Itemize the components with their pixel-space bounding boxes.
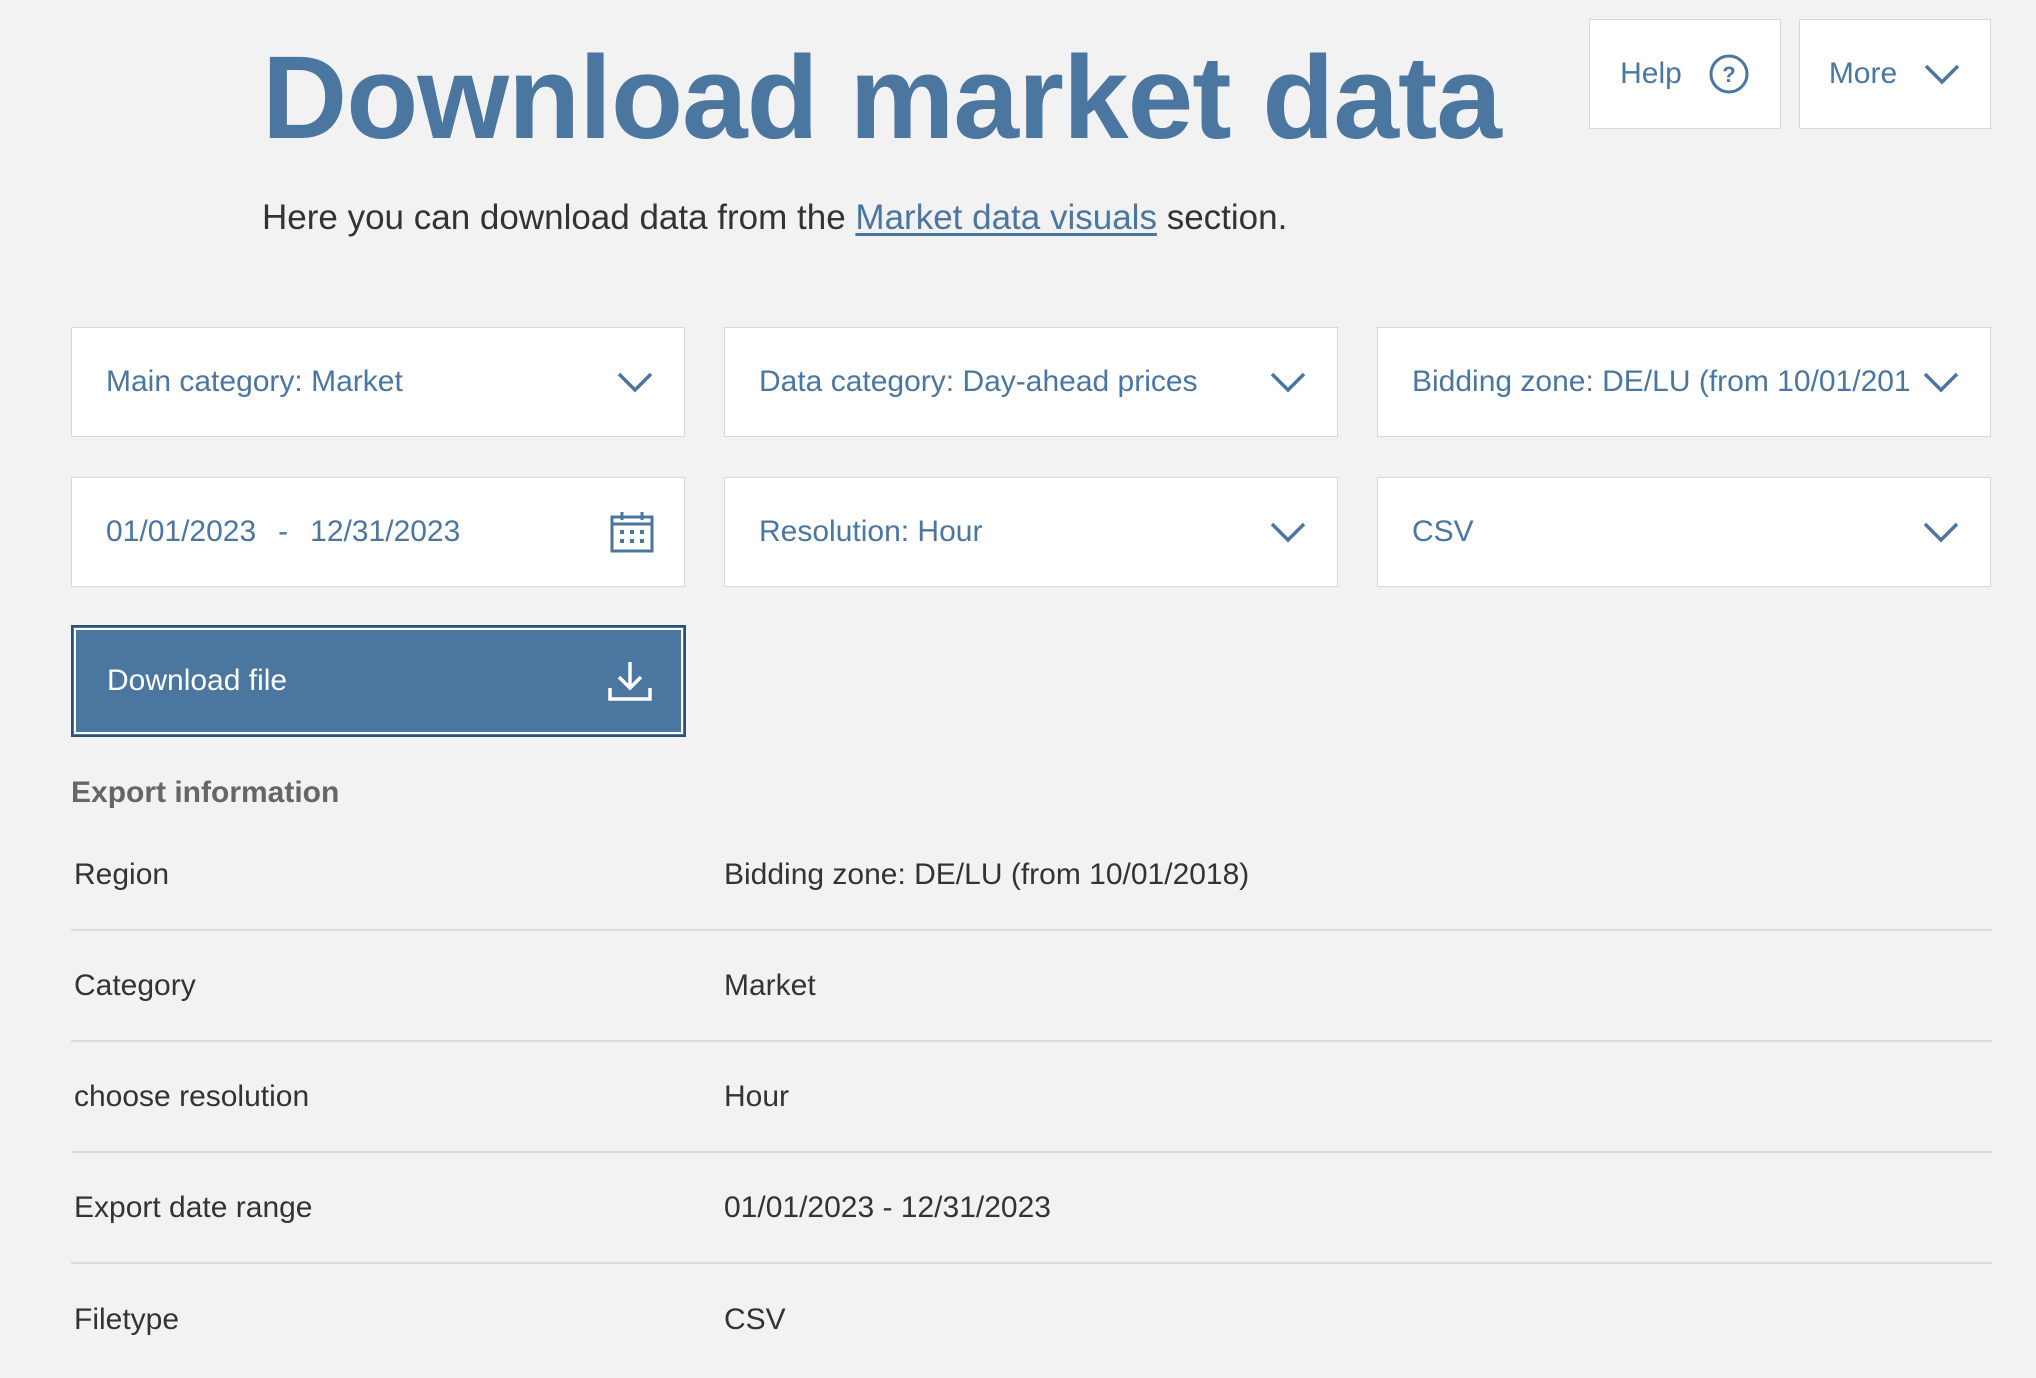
- page: Download market data Help ? More Here yo…: [0, 0, 2036, 1378]
- more-menu-button[interactable]: More: [1799, 19, 1991, 129]
- export-key: Region: [74, 857, 170, 891]
- export-value: CSV: [724, 1302, 786, 1336]
- chevron-down-icon: [1924, 64, 1960, 85]
- table-row: Filetype CSV: [71, 1264, 1992, 1375]
- help-button[interactable]: Help ?: [1589, 19, 1781, 129]
- main-category-select[interactable]: Main category: Market: [71, 327, 685, 437]
- page-title: Download market data: [262, 32, 1502, 164]
- table-row: Category Market: [71, 931, 1992, 1042]
- chevron-down-icon: [1923, 522, 1959, 543]
- calendar-icon: [610, 512, 654, 553]
- export-key: Export date range: [74, 1190, 313, 1224]
- table-row: Region Bidding zone: DE/LU (from 10/01/2…: [71, 820, 1992, 931]
- date-to: 12/31/2023: [310, 515, 461, 548]
- main-category-value: Main category: Market: [106, 365, 403, 398]
- download-file-button[interactable]: Download file: [71, 625, 686, 737]
- date-range-value: 01/01/2023 - 12/31/2023: [106, 515, 460, 549]
- question-circle-icon: ?: [1709, 54, 1749, 94]
- export-value: Hour: [724, 1079, 790, 1113]
- data-category-value: Data category: Day-ahead prices: [759, 365, 1198, 398]
- bidding-zone-select[interactable]: Bidding zone: DE/LU (from 10/01/2018): [1377, 327, 1991, 437]
- export-value: Market: [724, 968, 816, 1002]
- table-row: Export date range 01/01/2023 - 12/31/202…: [71, 1153, 1992, 1264]
- intro-after: section.: [1166, 198, 1288, 237]
- data-category-select[interactable]: Data category: Day-ahead prices: [724, 327, 1338, 437]
- bidding-zone-value: Bidding zone: DE/LU (from 10/01/2018): [1412, 365, 1912, 398]
- resolution-value: Resolution: Hour: [759, 515, 983, 548]
- chevron-down-icon: [1270, 372, 1306, 393]
- export-key: choose resolution: [74, 1079, 310, 1113]
- export-key: Category: [74, 968, 196, 1002]
- date-separator: -: [278, 515, 289, 548]
- date-from: 01/01/2023: [106, 515, 257, 548]
- chevron-down-icon: [617, 372, 653, 393]
- download-file-label: Download file: [107, 664, 288, 697]
- svg-text:?: ?: [1722, 62, 1735, 87]
- filetype-value: CSV: [1412, 515, 1474, 548]
- date-range-picker[interactable]: 01/01/2023 - 12/31/2023: [71, 477, 685, 587]
- help-label: Help: [1620, 57, 1682, 90]
- market-data-visuals-link[interactable]: Market data visuals: [855, 198, 1157, 237]
- export-value: Bidding zone: DE/LU (from 10/01/2018): [724, 857, 1250, 891]
- export-information-heading: Export information: [71, 776, 340, 809]
- intro-before: Here you can download data from the: [262, 198, 846, 237]
- resolution-select[interactable]: Resolution: Hour: [724, 477, 1338, 587]
- chevron-down-icon: [1923, 372, 1959, 393]
- filetype-select[interactable]: CSV: [1377, 477, 1991, 587]
- table-row: choose resolution Hour: [71, 1042, 1992, 1153]
- export-information-table: Region Bidding zone: DE/LU (from 10/01/2…: [71, 820, 1992, 1375]
- more-label: More: [1828, 57, 1898, 90]
- chevron-down-icon: [1270, 522, 1306, 543]
- intro-text: Here you can download data from the Mark…: [262, 198, 1287, 238]
- download-icon: [608, 662, 652, 701]
- export-key: Filetype: [74, 1302, 180, 1336]
- export-value: 01/01/2023 - 12/31/2023: [724, 1190, 1051, 1224]
